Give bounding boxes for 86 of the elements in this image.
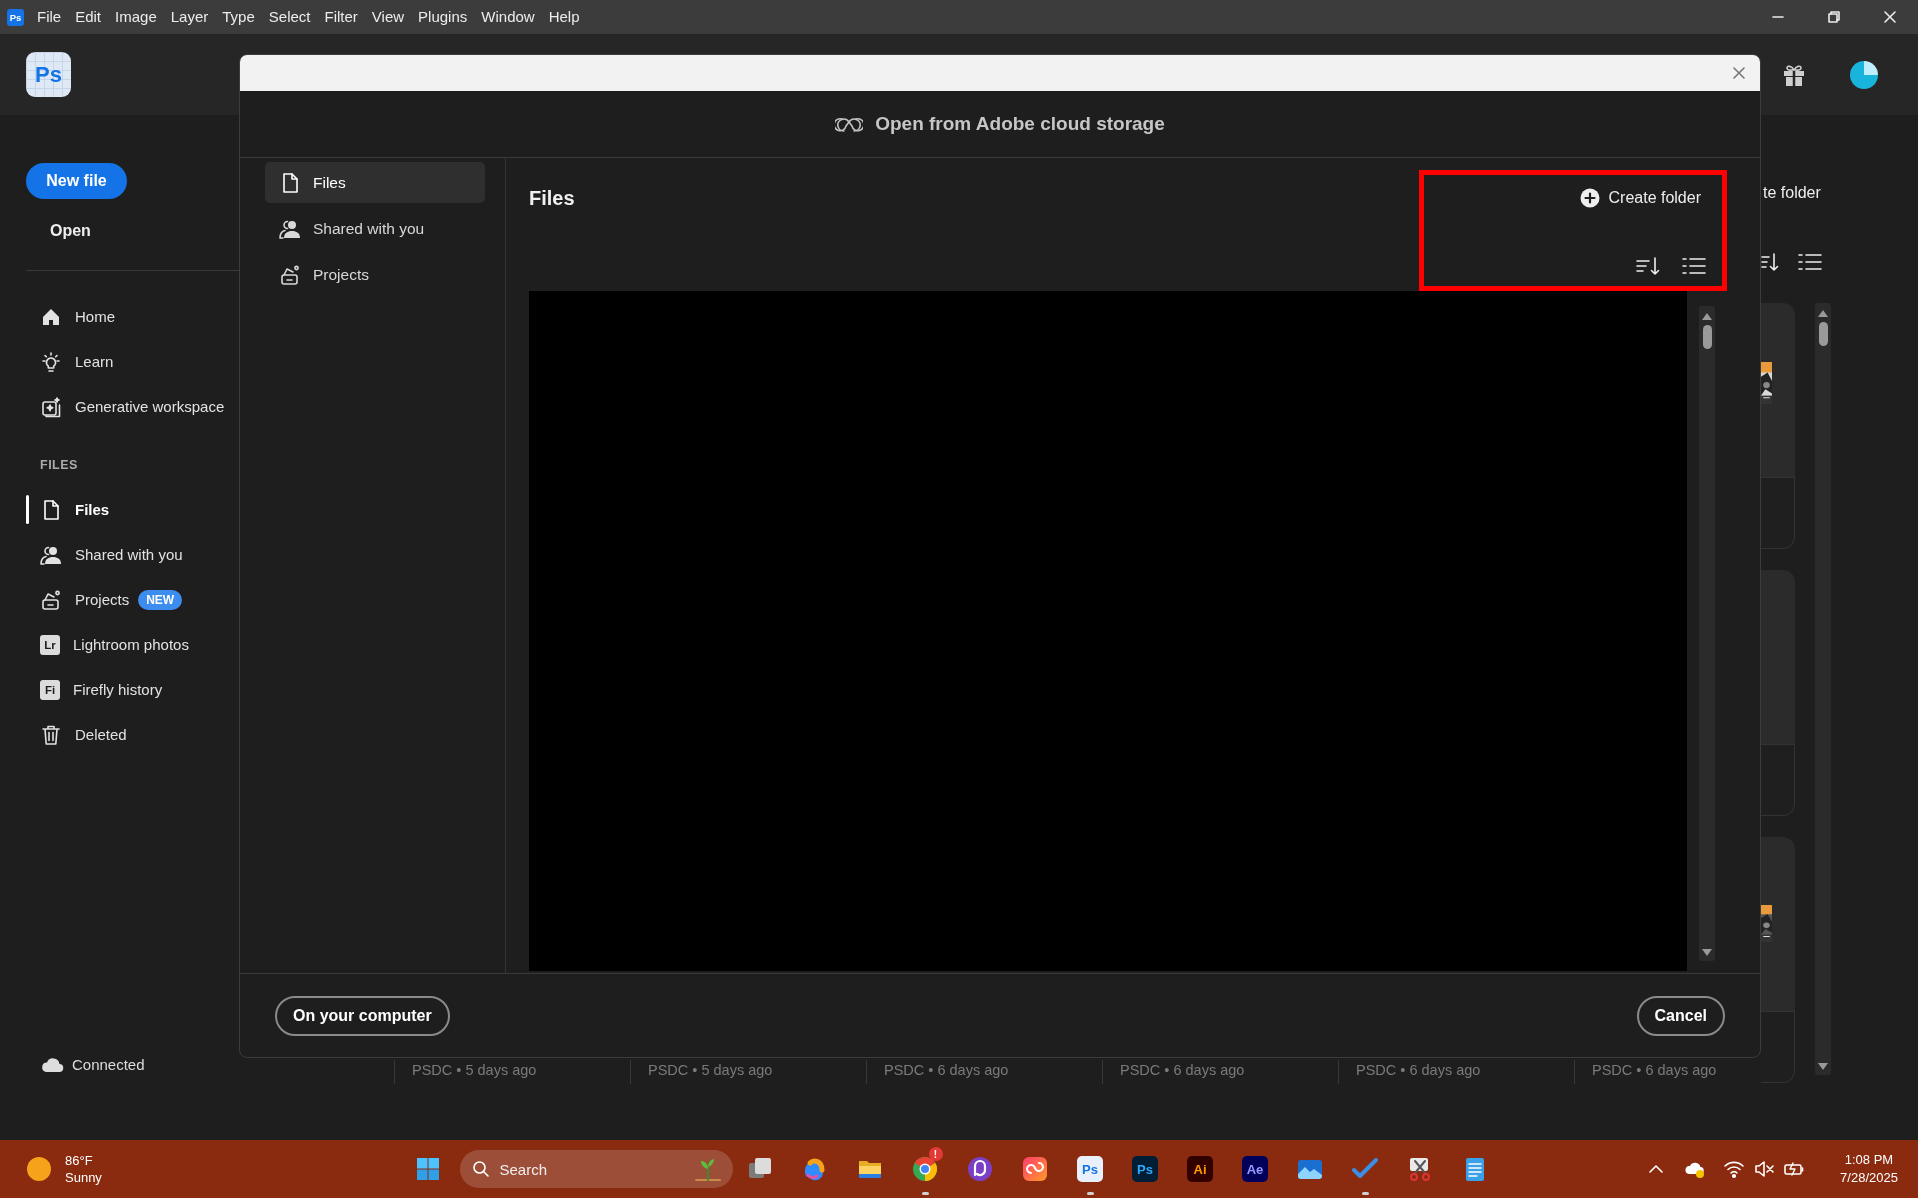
start-icon — [415, 1157, 440, 1181]
list-view-icon[interactable] — [1797, 251, 1823, 273]
taskbar-app[interactable]: Ai — [1172, 1140, 1228, 1198]
menu-item[interactable]: Image — [108, 0, 164, 34]
trash-icon — [40, 723, 62, 746]
search-field[interactable]: Search — [499, 1160, 683, 1178]
search-icon — [471, 1160, 490, 1178]
sidebar-item[interactable]: Deleted — [26, 712, 239, 757]
new-file-button[interactable]: New file — [26, 163, 127, 199]
create-folder-button[interactable]: te folder — [1761, 181, 1821, 205]
menu-item[interactable]: Help — [541, 0, 587, 34]
on-your-computer-button[interactable]: On your computer — [275, 995, 450, 1036]
menu-item[interactable]: File — [30, 0, 69, 34]
menu-item[interactable]: Filter — [317, 0, 365, 34]
file-caption: PSDC • 5 days ago — [630, 1060, 866, 1084]
menu-item[interactable]: View — [364, 0, 412, 34]
menu-item[interactable]: Window — [474, 0, 542, 34]
scroll-up-icon[interactable] — [1701, 312, 1713, 321]
plus-circle-icon — [1579, 188, 1600, 208]
nav-item[interactable]: Shared with you — [265, 208, 485, 249]
sidebar-item[interactable]: Lr Lightroom photos — [26, 622, 239, 667]
scroll-down-icon[interactable] — [1701, 948, 1713, 957]
file-caption: PSDC • 5 days ago — [394, 1060, 630, 1084]
checkmark-icon — [1352, 1158, 1378, 1180]
cloud-loop-icon — [1021, 1155, 1049, 1183]
file-card[interactable] — [1761, 303, 1795, 549]
cancel-button[interactable]: Cancel — [1636, 995, 1725, 1036]
scroll-down-icon[interactable] — [1817, 1062, 1829, 1071]
section-title: Files — [529, 186, 575, 210]
sidebar-item[interactable]: Learn — [26, 339, 239, 384]
taskbar-app[interactable]: Ae — [1227, 1140, 1283, 1198]
sidebar-item[interactable]: Home — [26, 294, 239, 339]
list-view-icon[interactable] — [1682, 255, 1706, 277]
nav-item[interactable]: Files — [265, 162, 485, 203]
taskbar-app[interactable]: Ps — [1117, 1140, 1173, 1198]
scrollbar-thumb[interactable] — [1702, 325, 1712, 349]
projects-icon — [40, 588, 62, 611]
connection-status: Connected — [72, 1055, 145, 1073]
scrollbar[interactable] — [1815, 303, 1831, 1075]
app-logo[interactable]: Ps — [26, 52, 71, 97]
menu-item[interactable]: Plugins — [411, 0, 475, 34]
file-caption: PSDC • 6 days ago — [1102, 1060, 1338, 1084]
taskbar-app[interactable]: ! — [897, 1140, 953, 1198]
sun-icon — [27, 1157, 51, 1181]
loop-icon — [966, 1155, 994, 1183]
dialog-title: Open from Adobe cloud storage — [875, 113, 1165, 135]
restore-icon[interactable] — [1827, 10, 1841, 24]
menu-item[interactable]: Type — [215, 0, 262, 34]
menu-item[interactable]: Layer — [163, 0, 216, 34]
file-caption: PSDC • 6 days ago — [1338, 1060, 1574, 1084]
projects-icon — [279, 263, 301, 286]
lightbulb-icon — [40, 350, 62, 373]
menu-item[interactable]: Edit — [68, 0, 109, 34]
clock-time: 1:08 PM — [1844, 1151, 1894, 1169]
sidebar-item[interactable]: Projects NEW — [26, 577, 239, 622]
clock[interactable]: 1:08 PM 7/28/2025 — [1826, 1151, 1912, 1187]
scrollbar-thumb[interactable] — [1818, 322, 1828, 346]
app-logo: Fi — [40, 679, 60, 700]
search-bar[interactable]: Search — [459, 1150, 733, 1188]
sidebar-item[interactable]: Shared with you — [26, 532, 239, 577]
file-caption: PSDC • 6 days ago — [866, 1060, 1102, 1084]
app-logo: Lr — [40, 634, 60, 655]
create-folder-button[interactable]: Create folder — [1579, 188, 1701, 208]
app-logo: Ps — [7, 8, 24, 26]
taskbar-app[interactable]: Ps — [1062, 1140, 1118, 1198]
weather-condition: Sunny — [65, 1169, 102, 1186]
sidebar-item[interactable]: Files — [26, 487, 239, 532]
sidebar-item[interactable]: Generative workspace — [26, 384, 239, 429]
temperature: 86°F — [65, 1152, 94, 1169]
section-heading: FILES — [40, 457, 79, 474]
scroll-up-icon[interactable] — [1817, 309, 1829, 318]
sort-icon[interactable] — [1636, 255, 1662, 277]
scrollbar[interactable] — [1699, 306, 1715, 961]
avatar[interactable] — [1850, 60, 1878, 89]
speaker-muted-icon[interactable] — [1753, 1158, 1775, 1180]
notification-badge: ! — [928, 1147, 943, 1161]
browser-icon — [911, 1155, 939, 1183]
sidebar-item[interactable]: Fi Firefly history — [26, 667, 239, 712]
menu-item[interactable]: Select — [261, 0, 318, 34]
new-badge: NEW — [138, 589, 183, 610]
nav-item[interactable]: Projects — [265, 254, 485, 295]
sparkle-frame-icon — [40, 395, 62, 418]
clock-date: 7/28/2025 — [1840, 1169, 1898, 1187]
close-icon[interactable] — [1732, 66, 1746, 80]
open-button[interactable]: Open — [26, 213, 115, 249]
sort-icon[interactable] — [1761, 251, 1781, 273]
